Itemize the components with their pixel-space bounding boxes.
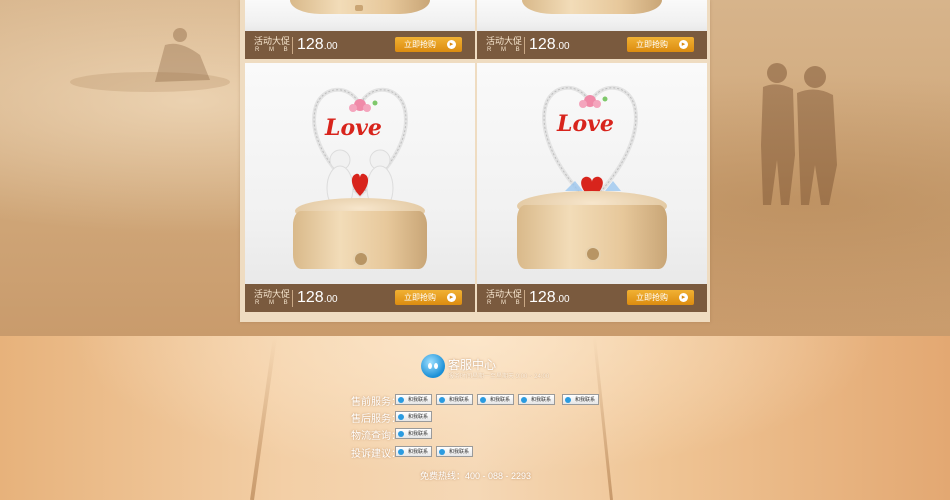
contact-button[interactable]: 和我联系 <box>518 394 555 405</box>
buy-now-label: 立即抢购 <box>636 40 668 49</box>
couple-silhouette-left-icon <box>70 28 230 92</box>
product-card[interactable]: VALENTINE'S DAY Love 活动大促 R M B 128.00 立… <box>477 63 707 312</box>
price-value: 128 <box>529 289 556 306</box>
contact-label: 和我联系 <box>408 431 429 437</box>
price: 128.00 <box>297 36 338 56</box>
buy-now-label: 立即抢购 <box>636 293 668 302</box>
product-photo: VALENTINE'S DAY Love <box>477 63 707 284</box>
price-bar: 活动大促 R M B 128.00 立即抢购 ▸ <box>245 31 475 59</box>
qq-icon <box>439 449 445 455</box>
presale-label: 售前服务： <box>351 397 401 408</box>
couple-silhouette-right-icon <box>761 63 837 205</box>
contact-button[interactable]: 和我联系 <box>436 446 473 457</box>
contact-label: 和我联系 <box>575 397 596 403</box>
arrow-right-icon: ▸ <box>679 293 688 302</box>
divider <box>524 37 525 54</box>
buy-now-button[interactable]: 立即抢购 ▸ <box>627 37 694 52</box>
buy-now-button[interactable]: 立即抢购 ▸ <box>395 290 462 305</box>
music-box-key-icon <box>353 251 369 267</box>
contact-button[interactable]: 和我联系 <box>436 394 473 405</box>
hotline-text: 免费热线：400 - 088 - 2293 <box>420 471 532 481</box>
price-cents: .00 <box>323 41 338 52</box>
contact-label: 和我联系 <box>408 414 429 420</box>
music-box-key-icon <box>585 246 601 262</box>
price-cents: .00 <box>555 41 570 52</box>
product-card[interactable]: 活动大促 R M B 128.00 立即抢购 ▸ <box>477 0 707 59</box>
qq-icon <box>480 397 486 403</box>
divider <box>524 290 525 307</box>
price-bar: 活动大促 R M B 128.00 立即抢购 ▸ <box>245 284 475 312</box>
price-value: 128 <box>529 36 556 53</box>
buy-now-button[interactable]: 立即抢购 ▸ <box>395 37 462 52</box>
service-hours: 服务时间星期一至星期天 9:00 ~ 24:00 <box>448 374 550 380</box>
complaint-label: 投诉建议： <box>351 449 401 460</box>
contact-label: 和我联系 <box>531 397 552 403</box>
contact-label: 和我联系 <box>449 449 470 455</box>
contact-button[interactable]: 和我联系 <box>395 428 432 439</box>
product-photo <box>245 0 475 31</box>
buy-now-button[interactable]: 立即抢购 ▸ <box>627 290 694 305</box>
promo-label: 活动大促 <box>486 36 523 46</box>
promo-label: 活动大促 <box>254 289 291 299</box>
qq-icon <box>398 397 404 403</box>
logo-eye <box>428 363 432 369</box>
love-text: Love <box>325 115 382 141</box>
music-box-base <box>522 0 662 14</box>
currency-label: R M B <box>487 300 524 306</box>
price-bar: 活动大促 R M B 128.00 立即抢购 ▸ <box>477 284 707 312</box>
currency-label: R M B <box>487 47 524 53</box>
currency-label: R M B <box>255 47 292 53</box>
product-card[interactable]: 活动大促 R M B 128.00 立即抢购 ▸ <box>245 0 475 59</box>
customer-service-logo-icon <box>421 354 445 378</box>
qq-icon <box>521 397 527 403</box>
buy-now-label: 立即抢购 <box>404 293 436 302</box>
contact-button[interactable]: 和我联系 <box>395 411 432 422</box>
contact-button[interactable]: 和我联系 <box>562 394 599 405</box>
divider <box>292 290 293 307</box>
price-value: 128 <box>297 36 324 53</box>
qq-icon <box>398 414 404 420</box>
music-box-key-icon <box>355 5 363 11</box>
contact-label: 和我联系 <box>408 449 429 455</box>
price: 128.00 <box>529 289 570 309</box>
contact-button[interactable]: 和我联系 <box>477 394 514 405</box>
love-text: Love <box>557 111 614 137</box>
promo-label: 活动大促 <box>486 289 523 299</box>
price-cents: .00 <box>323 294 338 305</box>
contact-button[interactable]: 和我联系 <box>395 446 432 457</box>
logistics-label: 物流查询： <box>351 431 401 442</box>
price-bar: 活动大促 R M B 128.00 立即抢购 ▸ <box>477 31 707 59</box>
contact-button[interactable]: 和我联系 <box>395 394 432 405</box>
contact-label: 和我联系 <box>449 397 470 403</box>
product-panel: 活动大促 R M B 128.00 立即抢购 ▸ 活动大促 R M B 128.0… <box>240 0 710 322</box>
price-cents: .00 <box>555 294 570 305</box>
contact-label: 和我联系 <box>490 397 511 403</box>
aftersale-label: 售后服务： <box>351 414 401 425</box>
divider <box>292 37 293 54</box>
currency-label: R M B <box>255 300 292 306</box>
arrow-right-icon: ▸ <box>447 40 456 49</box>
promo-label: 活动大促 <box>254 36 291 46</box>
contact-label: 和我联系 <box>408 397 429 403</box>
qq-icon <box>565 397 571 403</box>
price: 128.00 <box>297 289 338 309</box>
product-card[interactable]: VALENTINE'S DAY Love 活动大促 R M B <box>245 63 475 312</box>
arrow-right-icon: ▸ <box>447 293 456 302</box>
product-photo <box>477 0 707 31</box>
price: 128.00 <box>529 36 570 56</box>
qq-icon <box>439 397 445 403</box>
qq-icon <box>398 449 404 455</box>
price-value: 128 <box>297 289 324 306</box>
qq-icon <box>398 431 404 437</box>
buy-now-label: 立即抢购 <box>404 40 436 49</box>
arrow-right-icon: ▸ <box>679 40 688 49</box>
product-photo: VALENTINE'S DAY Love <box>245 63 475 284</box>
logo-eye <box>434 363 438 369</box>
